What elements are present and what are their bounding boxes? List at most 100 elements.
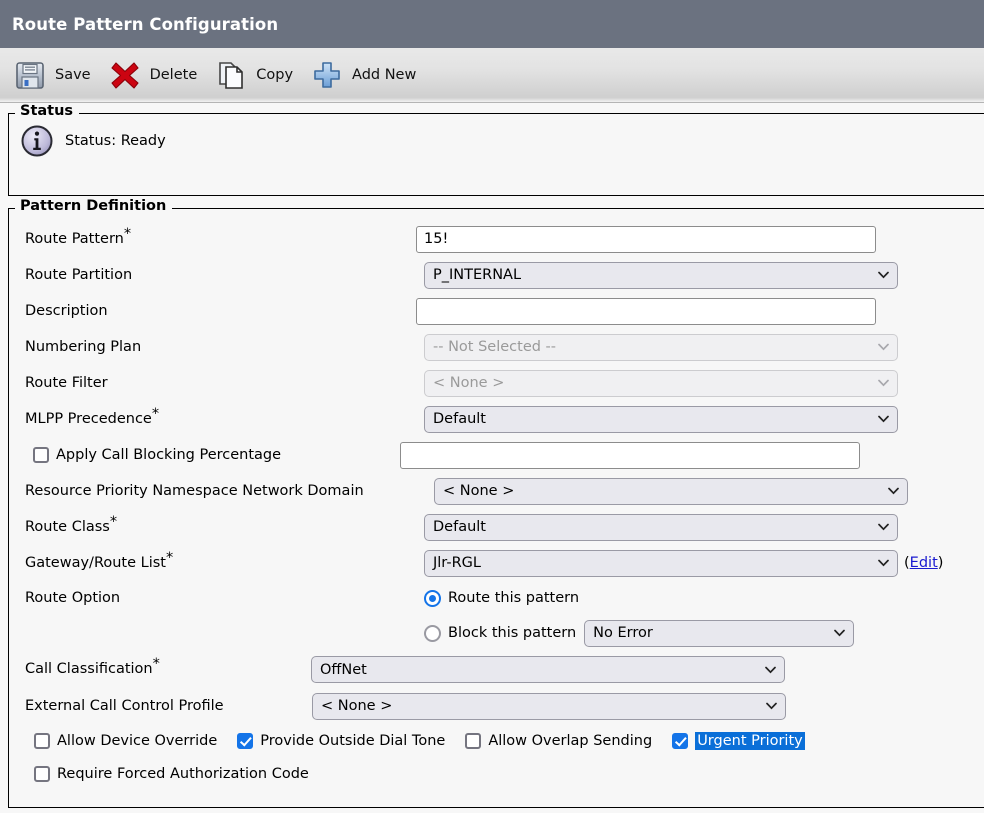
external-ccp-select[interactable]: < None >	[312, 692, 786, 720]
route-filter-label: Route Filter	[25, 374, 108, 391]
chevron-down-icon	[878, 379, 889, 387]
page-title: Route Pattern Configuration	[12, 14, 279, 34]
rpnnd-value: < None >	[443, 483, 515, 499]
copy-label: Copy	[256, 67, 294, 83]
description-input[interactable]	[416, 297, 876, 325]
allow-device-override-group[interactable]: Allow Device Override	[34, 732, 218, 749]
chevron-down-icon	[888, 487, 899, 495]
block-reason-select[interactable]: No Error	[584, 619, 855, 647]
copy-button[interactable]: Copy	[211, 57, 307, 93]
save-button[interactable]: Save	[10, 57, 105, 93]
route-pattern-label-text: Route Pattern	[25, 230, 124, 247]
call-classification-value: OffNet	[320, 661, 367, 678]
call-classification-label-text: Call Classification	[25, 661, 153, 678]
urgent-priority-group[interactable]: Urgent Priority	[672, 731, 805, 750]
required-marker: *	[123, 225, 132, 242]
apply-call-blocking-checkbox[interactable]	[33, 447, 49, 463]
status-legend: Status	[15, 104, 80, 119]
window-title-bar: Route Pattern Configuration	[0, 0, 984, 48]
required-marker: *	[109, 513, 118, 530]
gateway-edit-link[interactable]: Edit	[910, 555, 938, 571]
mlpp-precedence-select[interactable]: Default	[424, 405, 898, 433]
mlpp-precedence-label-text: MLPP Precedence	[25, 410, 152, 427]
row-route-partition: Route Partition P_INTERNAL	[9, 257, 984, 293]
route-pattern-input[interactable]	[416, 225, 876, 253]
delete-button[interactable]: Delete	[105, 57, 212, 93]
allow-device-override-checkbox[interactable]	[34, 732, 50, 749]
route-class-select[interactable]: Default	[424, 513, 898, 541]
red-x-icon	[109, 59, 141, 91]
pattern-definition-legend: Pattern Definition	[15, 199, 173, 214]
require-forced-authorization-code-group[interactable]: Require Forced Authorization Code	[34, 765, 309, 782]
chevron-down-icon	[878, 271, 889, 279]
block-this-pattern-radio-group[interactable]: Block this pattern	[424, 624, 577, 642]
allow-overlap-sending-group[interactable]: Allow Overlap Sending	[465, 732, 653, 749]
add-new-label: Add New	[352, 67, 417, 83]
pattern-definition-section: Pattern Definition Route Pattern* Route …	[8, 199, 984, 808]
route-this-pattern-label: Route this pattern	[448, 590, 580, 606]
urgent-priority-label: Urgent Priority	[695, 731, 805, 750]
require-forced-authorization-code-checkbox[interactable]	[34, 765, 50, 782]
block-this-pattern-label: Block this pattern	[448, 625, 577, 641]
allow-overlap-sending-label: Allow Overlap Sending	[488, 732, 653, 749]
toolbar: Save Delete Copy Add New	[0, 48, 984, 103]
route-class-label: Route Class*	[25, 515, 424, 535]
provide-outside-dial-tone-label: Provide Outside Dial Tone	[260, 732, 446, 749]
provide-outside-dial-tone-checkbox[interactable]	[237, 732, 254, 749]
row-route-filter: Route Filter < None >	[9, 365, 984, 401]
row-route-option: Route Option Route this pattern	[9, 581, 984, 615]
floppy-disk-icon	[14, 59, 46, 91]
chevron-down-icon	[834, 629, 846, 637]
copy-pages-icon	[215, 59, 247, 91]
route-partition-select[interactable]: P_INTERNAL	[424, 261, 898, 289]
chevron-down-icon	[766, 702, 777, 710]
required-marker: *	[151, 405, 160, 422]
gateway-route-list-select[interactable]: Jlr-RGL	[424, 549, 898, 577]
provide-outside-dial-tone-group[interactable]: Provide Outside Dial Tone	[237, 732, 446, 749]
status-text: Status: Ready	[65, 133, 166, 149]
row-description: Description	[9, 293, 984, 329]
add-new-button[interactable]: Add New	[307, 57, 430, 93]
route-partition-label: Route Partition	[25, 266, 133, 283]
apply-call-blocking-label: Apply Call Blocking Percentage	[56, 447, 282, 463]
save-label: Save	[55, 67, 91, 83]
route-partition-value: P_INTERNAL	[433, 267, 522, 283]
call-classification-label: Call Classification*	[25, 657, 311, 678]
call-blocking-percentage-input[interactable]	[400, 441, 860, 469]
required-marker: *	[152, 656, 160, 673]
row-numbering-plan: Numbering Plan -- Not Selected --	[9, 329, 984, 365]
route-this-pattern-radio-group[interactable]: Route this pattern	[424, 589, 580, 607]
row-block-pattern: Block this pattern No Error	[9, 615, 984, 651]
description-label: Description	[25, 302, 108, 319]
chevron-down-icon	[765, 666, 776, 673]
blue-plus-icon	[311, 59, 343, 91]
checkbox-row-1: Allow Device Override Provide Outside Di…	[9, 724, 984, 757]
require-forced-authorization-code-label: Require Forced Authorization Code	[57, 765, 309, 782]
route-this-pattern-radio[interactable]	[424, 589, 441, 607]
route-class-label-text: Route Class	[25, 518, 110, 535]
row-mlpp-precedence: MLPP Precedence* Default	[9, 401, 984, 437]
row-route-class: Route Class* Default	[9, 509, 984, 545]
gateway-route-list-value: Jlr-RGL	[433, 555, 481, 571]
block-this-pattern-radio[interactable]	[424, 624, 441, 642]
route-filter-value: < None >	[433, 375, 505, 391]
route-option-label: Route Option	[25, 589, 121, 606]
urgent-priority-checkbox[interactable]	[672, 732, 689, 749]
row-external-call-control-profile: External Call Control Profile < None >	[9, 688, 984, 724]
row-call-classification: Call Classification* OffNet	[9, 651, 984, 688]
chevron-down-icon	[878, 343, 889, 351]
row-route-pattern: Route Pattern*	[9, 221, 984, 257]
rpnnd-select[interactable]: < None >	[434, 477, 908, 505]
numbering-plan-select: -- Not Selected --	[424, 333, 898, 361]
allow-device-override-label: Allow Device Override	[57, 732, 218, 749]
chevron-down-icon	[878, 559, 889, 567]
numbering-plan-value: -- Not Selected --	[433, 339, 557, 355]
allow-overlap-sending-checkbox[interactable]	[465, 732, 482, 749]
row-apply-call-blocking: Apply Call Blocking Percentage	[9, 437, 984, 473]
gateway-route-list-label-text: Gateway/Route List	[25, 554, 166, 571]
chevron-down-icon	[878, 415, 889, 423]
route-filter-select: < None >	[424, 369, 898, 397]
apply-call-blocking-checkbox-group[interactable]: Apply Call Blocking Percentage	[25, 447, 400, 463]
required-marker: *	[166, 549, 174, 566]
call-classification-select[interactable]: OffNet	[311, 656, 785, 683]
